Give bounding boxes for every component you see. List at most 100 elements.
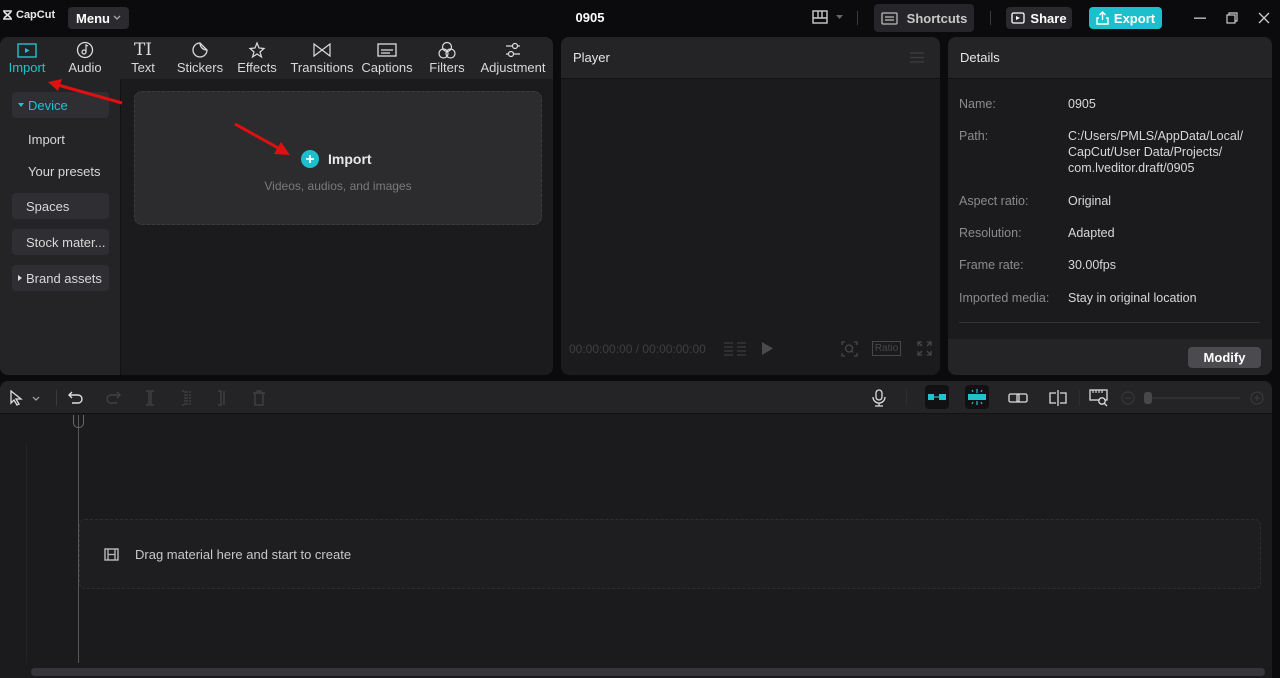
record-audio-button[interactable]	[870, 389, 888, 407]
detail-value-path: C:/Users/PMLS/AppData/Local/ CapCut/User…	[1068, 129, 1244, 175]
export-button[interactable]: Export	[1089, 7, 1162, 29]
transitions-icon	[313, 40, 331, 60]
import-button[interactable]: Import	[301, 150, 372, 168]
zoom-out-button[interactable]	[1119, 389, 1137, 407]
main-track-magnet-toggle[interactable]	[925, 385, 949, 409]
detail-value-imported-media: Stay in original location	[1068, 291, 1197, 305]
fullscreen-icon[interactable]	[917, 341, 932, 356]
chevron-down-icon	[32, 396, 40, 401]
redo-icon	[105, 391, 121, 405]
details-panel: Details Name: 0905 Path: C:/Users/PMLS/A…	[948, 37, 1272, 375]
import-icon	[17, 40, 37, 60]
tab-adjustment[interactable]: Adjustment	[479, 40, 547, 75]
detail-value-name: 0905	[1068, 97, 1096, 111]
select-tool-dropdown[interactable]	[30, 389, 42, 407]
tab-audio[interactable]: Audio	[66, 40, 104, 75]
sidebar-label: Stock mater...	[26, 234, 106, 250]
preview-axis-button[interactable]	[1048, 389, 1068, 407]
title-bar: CapCut Menu 0905 Shortcuts Share Export	[0, 0, 1280, 36]
sidebar-label: Spaces	[26, 198, 70, 214]
zoom-slider-handle[interactable]	[1144, 392, 1152, 404]
sidebar-item-stock-material[interactable]: Stock mater...	[12, 229, 109, 255]
zoom-fit-icon[interactable]	[841, 341, 858, 357]
menu-button[interactable]: Menu	[68, 7, 129, 29]
modify-button[interactable]: Modify	[1188, 347, 1261, 368]
select-tool-button[interactable]	[7, 389, 25, 407]
tab-transitions[interactable]: Transitions	[290, 40, 354, 75]
split-right-button[interactable]	[213, 389, 231, 407]
divider	[56, 390, 57, 406]
detail-value-frame-rate: 30.00fps	[1068, 258, 1116, 272]
zoom-out-icon	[1121, 391, 1135, 405]
import-drop-zone[interactable]: Import Videos, audios, and images	[134, 91, 542, 225]
zoom-in-button[interactable]	[1248, 389, 1266, 407]
restore-button[interactable]	[1224, 10, 1240, 26]
tab-filters[interactable]: Filters	[427, 40, 467, 75]
adjustment-icon	[504, 40, 522, 60]
player-title: Player	[573, 50, 610, 65]
split-button[interactable]	[141, 389, 159, 407]
redo-button[interactable]	[104, 389, 122, 407]
tab-label: Filters	[429, 60, 465, 75]
auto-snap-toggle[interactable]	[965, 385, 989, 409]
sidebar-item-import[interactable]: Import	[28, 132, 65, 147]
audio-icon	[76, 40, 94, 60]
shortcuts-label: Shortcuts	[906, 10, 968, 26]
playhead[interactable]	[78, 415, 79, 663]
tab-stickers[interactable]: Stickers	[177, 40, 223, 75]
tab-import[interactable]: Import	[7, 40, 47, 75]
playhead-handle[interactable]	[73, 415, 84, 428]
close-button[interactable]	[1256, 10, 1272, 26]
sidebar-label: Brand assets	[26, 270, 102, 286]
tab-label: Effects	[237, 60, 277, 75]
undo-button[interactable]	[67, 389, 85, 407]
share-video-icon	[1011, 11, 1026, 25]
horizontal-scrollbar[interactable]	[31, 668, 1265, 676]
share-button[interactable]: Share	[1006, 7, 1072, 29]
tab-label: Import	[8, 60, 46, 75]
divider	[959, 322, 1260, 323]
delete-button[interactable]	[250, 389, 268, 407]
captions-icon	[377, 40, 397, 60]
tab-label: Adjustment	[480, 60, 546, 75]
plus-icon	[301, 150, 319, 168]
timeline-grid-icon[interactable]	[724, 342, 746, 356]
detail-value-resolution: Adapted	[1068, 226, 1115, 240]
tab-captions[interactable]: Captions	[361, 40, 413, 75]
menu-lines-icon[interactable]	[910, 52, 924, 63]
split-left-button[interactable]	[177, 389, 195, 407]
minimize-icon	[1194, 17, 1206, 19]
sidebar-item-brand-assets[interactable]: Brand assets	[12, 265, 109, 291]
shortcuts-button[interactable]: Shortcuts	[874, 4, 974, 32]
text-icon: TI	[133, 40, 153, 60]
link-button[interactable]	[1008, 389, 1028, 407]
minimize-button[interactable]	[1192, 10, 1208, 26]
sidebar-item-your-presets[interactable]: Your presets	[28, 164, 101, 179]
export-upload-icon	[1096, 11, 1109, 25]
ratio-button[interactable]: Ratio	[872, 341, 901, 356]
player-panel: Player 00:00:00:00 / 00:00:00:00 Ratio	[561, 37, 940, 375]
play-icon[interactable]	[762, 342, 773, 355]
sidebar-item-device[interactable]: Device	[12, 92, 109, 118]
track-guide	[26, 443, 27, 663]
layout-button[interactable]	[812, 10, 843, 24]
sidebar-item-spaces[interactable]: Spaces	[12, 193, 109, 219]
tab-text[interactable]: TI Text	[128, 40, 158, 75]
preview-axis-icon	[1048, 390, 1068, 406]
zoom-slider-track[interactable]	[1152, 397, 1240, 399]
media-sidebar: Device Import Your presets Spaces Stock …	[0, 79, 121, 375]
split-icon	[143, 390, 157, 406]
detail-label: Frame rate:	[959, 258, 1024, 272]
details-header: Details	[948, 37, 1272, 79]
zoom-to-fit-timeline-button[interactable]	[1089, 389, 1109, 407]
app-logo: CapCut	[2, 9, 55, 21]
tab-effects[interactable]: Effects	[237, 40, 277, 75]
player-controls: 00:00:00:00 / 00:00:00:00 Ratio	[561, 337, 940, 361]
media-panel: Import Audio TI Text Stickers Effects Tr…	[0, 37, 553, 375]
close-icon	[1258, 12, 1270, 24]
detail-value-aspect-ratio: Original	[1068, 194, 1112, 208]
details-footer: Modify	[948, 339, 1272, 375]
timeline-drop-zone[interactable]: Drag material here and start to create	[79, 519, 1261, 589]
capcut-logo-icon	[2, 10, 13, 20]
share-label: Share	[1030, 10, 1067, 26]
